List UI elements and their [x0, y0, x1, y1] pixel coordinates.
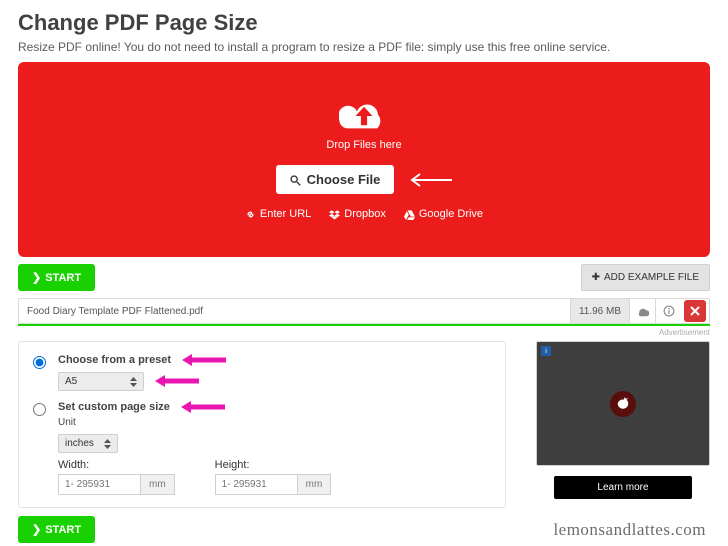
pink-arrow-icon [181, 401, 225, 413]
drop-zone[interactable]: Drop Files here Choose File Enter URL Dr… [18, 62, 710, 257]
page-subtitle: Resize PDF online! You do not need to in… [18, 40, 710, 54]
link-icon [245, 209, 256, 220]
learn-more-button[interactable]: Learn more [554, 476, 692, 499]
google-drive-icon [404, 209, 415, 220]
page-title: Change PDF Page Size [18, 10, 710, 36]
dropbox-icon [329, 209, 340, 220]
choose-file-label: Choose File [307, 172, 381, 187]
width-label: Width: [58, 459, 175, 471]
height-unit: mm [297, 474, 332, 495]
download-icon[interactable] [629, 299, 655, 323]
file-row: Food Diary Template PDF Flattened.pdf 11… [18, 298, 710, 324]
choose-file-button[interactable]: Choose File [276, 165, 395, 194]
preset-label: Choose from a preset [58, 354, 171, 366]
chevron-right-icon: ❯ [32, 523, 41, 536]
unit-select[interactable]: inches [58, 434, 118, 453]
remove-file-button[interactable] [684, 300, 706, 322]
custom-radio[interactable] [33, 403, 46, 416]
advertisement-label: Advertisement [18, 328, 710, 337]
add-example-button[interactable]: ✚ ADD EXAMPLE FILE [581, 264, 710, 291]
pink-arrow-icon [182, 354, 226, 366]
settings-panel: Choose from a preset A5 Set custom page … [18, 341, 506, 508]
custom-label: Set custom page size [58, 401, 170, 413]
height-label: Height: [215, 459, 332, 471]
start-button-top[interactable]: ❯ START [18, 264, 95, 291]
ad-creative[interactable]: i [536, 341, 710, 466]
progress-bar [18, 324, 710, 326]
pink-arrow-icon [155, 375, 199, 387]
unit-label: Unit [58, 417, 491, 428]
enter-url-link[interactable]: Enter URL [245, 208, 311, 220]
width-unit: mm [140, 474, 175, 495]
chevron-right-icon: ❯ [32, 271, 41, 284]
width-input[interactable] [58, 474, 140, 495]
google-drive-link[interactable]: Google Drive [404, 208, 483, 220]
start-button-bottom[interactable]: ❯ START [18, 516, 95, 543]
file-name: Food Diary Template PDF Flattened.pdf [19, 306, 570, 317]
ad-info-icon: i [541, 346, 551, 356]
search-icon [290, 172, 301, 187]
ad-logo-icon [610, 391, 636, 417]
file-size: 11.96 MB [570, 299, 629, 323]
arrow-left-icon [408, 173, 452, 187]
source-links: Enter URL Dropbox Google Drive [245, 208, 483, 220]
plus-icon: ✚ [592, 272, 600, 283]
drop-label: Drop Files here [326, 139, 401, 151]
height-input[interactable] [215, 474, 297, 495]
watermark-text: lemonsandlattes.com [553, 520, 706, 540]
preset-radio[interactable] [33, 356, 46, 369]
cloud-upload-icon [339, 99, 389, 133]
preset-select[interactable]: A5 [58, 372, 144, 391]
dropbox-link[interactable]: Dropbox [329, 208, 386, 220]
advertisement-block: i Learn more [536, 341, 710, 508]
info-icon[interactable] [655, 299, 681, 323]
